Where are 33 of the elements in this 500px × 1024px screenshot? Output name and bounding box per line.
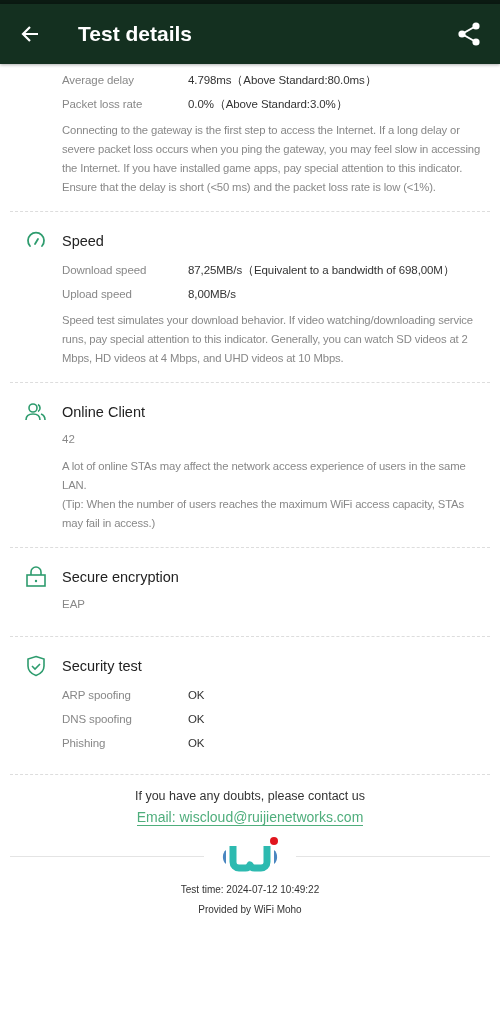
section-title: Online Client: [62, 404, 145, 420]
shield-icon: [25, 655, 47, 677]
row-label: Average delay: [62, 73, 135, 88]
users-icon: [25, 401, 47, 423]
row-value: OK: [188, 712, 205, 727]
row-label: Download speed: [62, 263, 148, 278]
back-icon[interactable]: [20, 24, 40, 44]
section-title: Security test: [62, 658, 142, 674]
contact-text: If you have any doubts, please contact us: [135, 789, 365, 803]
row-value: OK: [188, 688, 205, 703]
row-label: DNS spoofing: [62, 712, 133, 727]
section-value: 42: [62, 433, 76, 445]
description-text: A lot of online STAs may affect the network access experience of users in the same LAN. (Tip: When the number of users reaches the maximum WiFi access capacity, STAs may fail in access.): [62, 459, 467, 531]
provider-text: Provided by WiFi Moho: [198, 904, 302, 915]
row-value: 0.0%（Above Standard:3.0%）: [188, 97, 348, 112]
row-label: Packet loss rate: [62, 97, 144, 112]
row-value: 4.798ms（Above Standard:80.0ms）: [188, 73, 377, 88]
section-title: Speed: [62, 233, 104, 249]
row-value: OK: [188, 736, 205, 751]
test-time: Test time: 2024-07-12 10:49:22: [180, 884, 320, 895]
row-label: Upload speed: [62, 287, 133, 302]
row-label: Phishing: [62, 736, 107, 751]
row-value: 8,00MB/s: [188, 287, 236, 302]
description-text: Speed test simulates your download behavior. If video watching/downloading service runs, pay special attention to this indicator. Generally, you can watch SD videos at 2 Mbps, HD videos at 4 Mbps, and UHD videos at 10 Mbps.: [62, 313, 474, 366]
lock-icon: [25, 566, 47, 588]
row-value: 87,25MB/s（Equivalent to a bandwidth of 698,00M）: [188, 263, 455, 278]
row-label: ARP spoofing: [62, 688, 132, 703]
share-icon[interactable]: [458, 22, 480, 46]
email-link[interactable]: Email: wiscloud@ruijienetworks.com: [136, 809, 364, 826]
section-title: Secure encryption: [62, 569, 179, 585]
description-text: Connecting to the gateway is the first step to access the Internet. If a long delay or severe packet loss occurs when you ping the gateway, you may feel slow in accessing the Internet. If you have installed game apps, pay special attention to this indicator. Ensure that the delay is short (<50 ms) and the packet loss rate is low (<1%).: [62, 123, 482, 195]
section-value: EAP: [62, 598, 86, 610]
page-title: Test details: [78, 22, 193, 46]
